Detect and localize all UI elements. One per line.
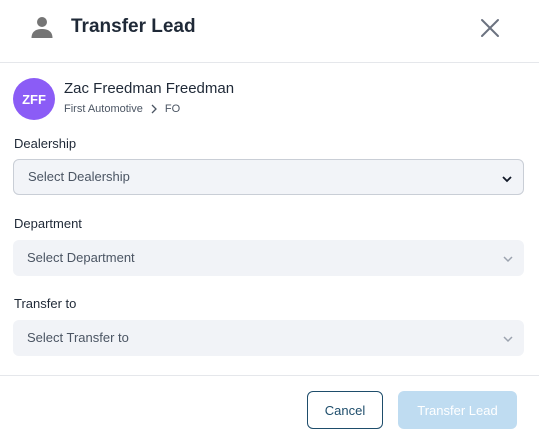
transfer-lead-button[interactable]: Transfer Lead (398, 391, 517, 429)
chevron-down-icon (502, 332, 514, 344)
footer-divider (0, 375, 539, 376)
lead-info: ZFF Zac Freedman Freedman First Automoti… (13, 78, 513, 120)
transfer-to-select[interactable]: Select Transfer to (13, 320, 524, 356)
close-icon[interactable] (478, 16, 502, 40)
chevron-down-icon (501, 172, 513, 184)
avatar: ZFF (13, 78, 55, 120)
dialog-title: Transfer Lead (71, 16, 196, 37)
chevron-down-icon (502, 252, 514, 264)
department-select-value: Select Department (27, 250, 135, 265)
transfer-to-select-value: Select Transfer to (27, 330, 129, 345)
transfer-to-label: Transfer to (14, 296, 77, 311)
dealership-label: Dealership (14, 136, 77, 151)
dialog-header: Transfer Lead (0, 0, 539, 63)
person-icon (30, 15, 54, 39)
breadcrumb-item-code: FO (164, 103, 181, 115)
chevron-right-icon (149, 104, 159, 114)
department-select[interactable]: Select Department (13, 240, 524, 276)
dealership-select-value: Select Dealership (28, 169, 130, 184)
breadcrumb: First Automotive FO (64, 103, 180, 115)
cancel-button[interactable]: Cancel (307, 391, 383, 429)
breadcrumb-item-dealer: First Automotive (64, 103, 143, 115)
department-label: Department (14, 216, 82, 231)
dealership-select[interactable]: Select Dealership (13, 159, 524, 195)
lead-name: Zac Freedman Freedman (64, 80, 235, 97)
